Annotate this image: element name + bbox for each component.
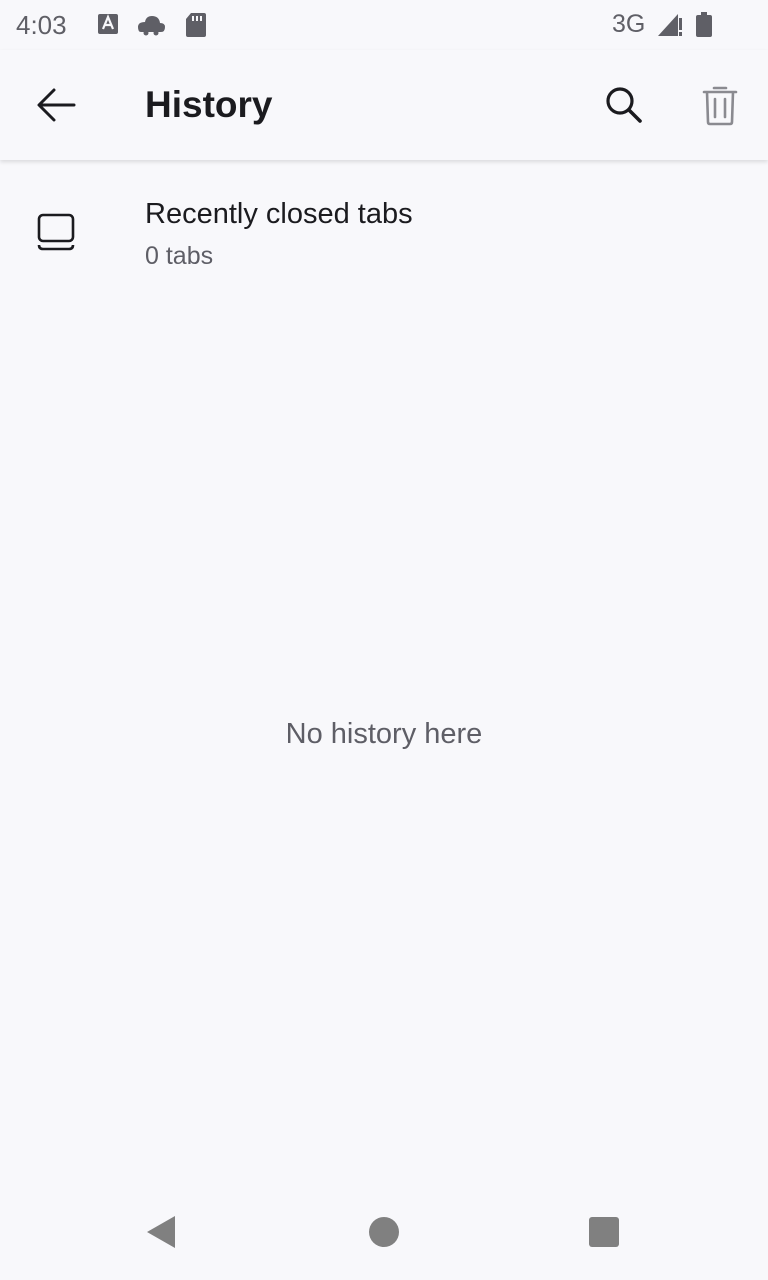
recently-closed-count: 0 tabs: [145, 242, 214, 270]
back-button[interactable]: [24, 73, 88, 137]
system-nav-bar: [0, 1184, 768, 1280]
trash-icon: [702, 86, 738, 126]
empty-state-message: No history here: [285, 718, 483, 750]
status-time: 4:03: [16, 10, 67, 40]
cloud-icon: [136, 12, 166, 41]
back-triangle-icon[interactable]: [145, 1214, 177, 1255]
tabs-icon: [36, 212, 76, 257]
signal-icon: [656, 12, 684, 43]
arrow-back-icon: [37, 88, 76, 122]
search-button[interactable]: [592, 73, 656, 137]
delete-history-button[interactable]: [688, 73, 752, 137]
a-notification-icon: [97, 12, 119, 41]
status-bar: 4:03 3G: [0, 0, 768, 50]
battery-icon: [695, 12, 713, 43]
recently-closed-tabs-item[interactable]: Recently closed tabs 0 tabs: [0, 172, 768, 282]
page-title: History: [145, 84, 273, 125]
network-type: 3G: [612, 10, 646, 38]
sd-card-icon: [185, 12, 207, 43]
recently-closed-title: Recently closed tabs: [145, 198, 413, 230]
recents-square-icon[interactable]: [588, 1216, 620, 1253]
app-toolbar: History: [0, 50, 768, 160]
search-icon: [606, 87, 642, 123]
home-circle-icon[interactable]: [368, 1216, 400, 1253]
